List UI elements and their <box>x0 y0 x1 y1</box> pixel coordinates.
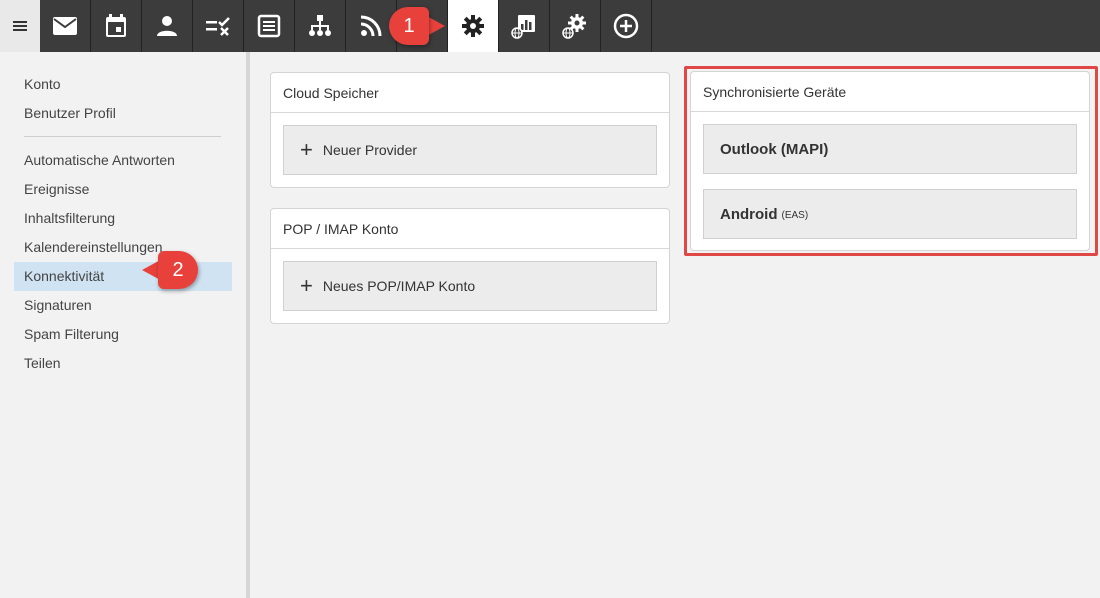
org-chart-icon <box>309 15 331 36</box>
add-button[interactable] <box>601 0 652 52</box>
org-chart-button[interactable] <box>295 0 346 52</box>
settings-gear-icon <box>462 15 484 37</box>
sidebar-item-inhaltsfilterung[interactable]: Inhaltsfilterung <box>0 204 232 233</box>
plus-icon: + <box>300 273 313 298</box>
hamburger-icon <box>13 21 27 31</box>
notes-icon <box>257 14 281 38</box>
sidebar-item-konto[interactable]: Konto <box>0 70 232 99</box>
plus-icon: + <box>300 137 313 162</box>
callout-marker-1: 1 <box>389 7 445 45</box>
mail-button[interactable] <box>40 0 91 52</box>
web-reports-icon <box>511 15 535 39</box>
settings-sidebar: Konto Benutzer Profil Automatische Antwo… <box>0 52 246 598</box>
cloud-storage-title: Cloud Speicher <box>271 73 669 113</box>
sidebar-item-automatische-antworten[interactable]: Automatische Antworten <box>0 146 232 175</box>
module-icons <box>40 0 652 52</box>
tasks-button[interactable] <box>193 0 244 52</box>
sidebar-item-konnektivitaet[interactable]: Konnektivität <box>14 262 232 291</box>
web-reports-button[interactable] <box>499 0 550 52</box>
sidebar-divider <box>24 136 221 137</box>
sidebar-item-signaturen[interactable]: Signaturen <box>0 291 232 320</box>
rss-icon <box>360 15 382 37</box>
sidebar-item-teilen[interactable]: Teilen <box>0 349 232 378</box>
contacts-icon <box>157 16 177 36</box>
web-settings-icon <box>562 14 586 39</box>
top-toolbar <box>0 0 1100 52</box>
settings-button[interactable] <box>448 0 499 52</box>
mail-icon <box>53 17 77 35</box>
tasks-icon <box>206 17 230 36</box>
callout-marker-2: 2 <box>142 251 198 289</box>
sidebar-item-ereignisse[interactable]: Ereignisse <box>0 175 232 204</box>
calendar-icon <box>106 14 126 37</box>
sidebar-item-benutzer-profil[interactable]: Benutzer Profil <box>0 99 232 128</box>
notes-button[interactable] <box>244 0 295 52</box>
callout-number-1: 1 <box>389 7 429 45</box>
pop-imap-title: POP / IMAP Konto <box>271 209 669 249</box>
contacts-button[interactable] <box>142 0 193 52</box>
callout-number-2: 2 <box>158 251 198 289</box>
menu-button[interactable] <box>0 0 40 52</box>
settings-menu: Konto Benutzer Profil Automatische Antwo… <box>0 52 246 378</box>
pop-imap-card: POP / IMAP Konto + Neues POP/IMAP Konto <box>270 208 670 324</box>
calendar-button[interactable] <box>91 0 142 52</box>
new-pop-imap-button[interactable]: + Neues POP/IMAP Konto <box>283 261 657 311</box>
sidebar-resize-handle[interactable] <box>246 52 250 598</box>
new-provider-label: Neuer Provider <box>322 142 418 158</box>
web-settings-button[interactable] <box>550 0 601 52</box>
sidebar-item-spam-filterung[interactable]: Spam Filterung <box>0 320 232 349</box>
new-pop-imap-label: Neues POP/IMAP Konto <box>322 278 476 294</box>
highlight-frame <box>684 66 1098 256</box>
new-provider-button[interactable]: + Neuer Provider <box>283 125 657 175</box>
add-circle-icon <box>613 13 639 39</box>
cloud-storage-card: Cloud Speicher + Neuer Provider <box>270 72 670 188</box>
